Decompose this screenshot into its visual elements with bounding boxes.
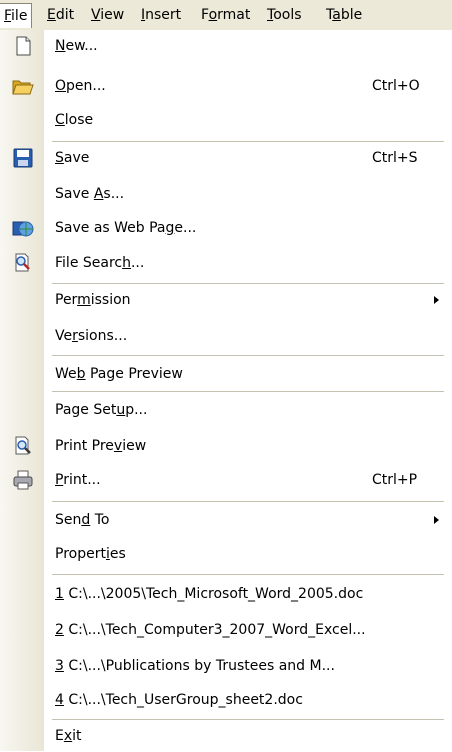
menu-item-label: 2 C:\...\Tech_Computer3_2007_Word_Excel.… [55, 622, 366, 638]
file-search-icon [12, 252, 34, 274]
menu-item-page-setup[interactable]: Page Setup... [0, 394, 452, 426]
menu-item-label: Close [55, 112, 94, 128]
menu-bar: File Edit View Insert Format Tools Table [0, 0, 452, 31]
recent-file-1[interactable]: 1 C:\...\2005\Tech_Microsoft_Word_2005.d… [0, 578, 452, 610]
menu-item-exit[interactable]: Exit [0, 720, 452, 752]
menu-format[interactable]: Format [200, 5, 251, 25]
submenu-arrow-icon [434, 296, 439, 304]
printer-icon [12, 469, 34, 491]
menu-item-versions[interactable]: Versions... [0, 320, 452, 352]
menu-item-label: 3 C:\...\Publications by Trustees and M.… [55, 658, 335, 674]
menu-item-label: 1 C:\...\2005\Tech_Microsoft_Word_2005.d… [55, 586, 364, 602]
menu-item-new[interactable]: New... [0, 30, 452, 62]
file-menu-dropdown: New... Open... Ctrl+O Close Save Ctrl+S … [0, 30, 452, 751]
recent-file-3[interactable]: 3 C:\...\Publications by Trustees and M.… [0, 650, 452, 682]
menu-item-label: Open... [55, 78, 106, 94]
menu-item-label: File Search... [55, 255, 145, 271]
menu-view[interactable]: View [90, 5, 125, 25]
menu-item-label: Save As... [55, 186, 125, 202]
menu-separator [52, 391, 444, 392]
menu-item-close[interactable]: Close [0, 104, 452, 136]
menu-item-file-search[interactable]: File Search... [0, 247, 452, 279]
menu-item-label: Exit [55, 728, 82, 744]
menu-item-print[interactable]: Print... Ctrl+P [0, 464, 452, 496]
menu-item-label: Page Setup... [55, 402, 148, 418]
shortcut-label: Ctrl+S [372, 150, 418, 166]
shortcut-label: Ctrl+P [372, 472, 418, 488]
menu-item-properties[interactable]: Properties [0, 538, 452, 570]
menu-item-label: Save [55, 150, 90, 166]
submenu-arrow-icon [434, 516, 439, 524]
recent-file-4[interactable]: 4 C:\...\Tech_UserGroup_sheet2.doc [0, 684, 452, 716]
menu-item-label: Save as Web Page... [55, 220, 197, 236]
menu-separator [52, 355, 444, 356]
menu-item-label: Send To [55, 512, 110, 528]
menu-item-label: Versions... [55, 328, 128, 344]
menu-item-label: Web Page Preview [55, 366, 183, 382]
menu-insert[interactable]: Insert [140, 5, 182, 25]
menu-file[interactable]: File [0, 3, 33, 28]
menu-item-send-to[interactable]: Send To [0, 504, 452, 536]
menu-item-permission[interactable]: Permission [0, 284, 452, 316]
recent-file-2[interactable]: 2 C:\...\Tech_Computer3_2007_Word_Excel.… [0, 614, 452, 646]
shortcut-label: Ctrl+O [372, 78, 420, 94]
menu-item-label: 4 C:\...\Tech_UserGroup_sheet2.doc [55, 692, 303, 708]
menu-item-save-as-web-page[interactable]: Save as Web Page... [0, 212, 452, 244]
menu-separator [52, 501, 444, 502]
print-preview-icon [12, 435, 34, 457]
menu-item-print-preview[interactable]: Print Preview [0, 430, 452, 462]
menu-item-label: Print... [55, 472, 101, 488]
menu-table[interactable]: Table [325, 5, 363, 25]
open-folder-icon [12, 75, 34, 97]
save-as-web-page-icon [12, 217, 34, 239]
menu-item-save-as[interactable]: Save As... [0, 178, 452, 210]
menu-edit[interactable]: Edit [46, 5, 75, 25]
menu-tools[interactable]: Tools [266, 5, 303, 25]
menu-separator [52, 574, 444, 575]
floppy-disk-icon [12, 147, 34, 169]
menu-item-label: Properties [55, 546, 126, 562]
menu-item-label: Print Preview [55, 438, 147, 454]
menu-item-open[interactable]: Open... Ctrl+O [0, 70, 452, 102]
new-document-icon [12, 35, 34, 57]
menu-item-save[interactable]: Save Ctrl+S [0, 142, 452, 174]
menu-item-label: Permission [55, 292, 131, 308]
menu-item-label: New... [55, 38, 98, 54]
menu-item-web-page-preview[interactable]: Web Page Preview [0, 358, 452, 390]
